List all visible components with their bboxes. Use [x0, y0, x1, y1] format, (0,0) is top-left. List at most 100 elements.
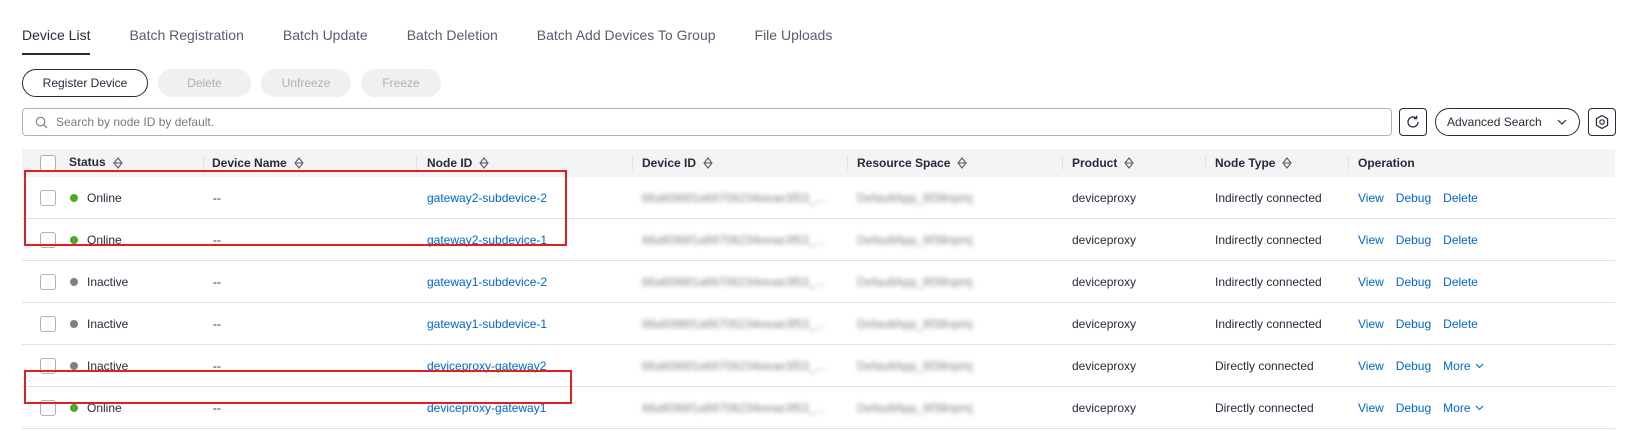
debug-link[interactable]: Debug: [1396, 233, 1431, 247]
view-link[interactable]: View: [1358, 317, 1384, 331]
table-row[interactable]: Inactive -- gateway1-subdevice-1 66a6086…: [22, 303, 1615, 345]
sort-icon[interactable]: [956, 157, 968, 169]
table-row[interactable]: Inactive -- gateway1-subdevice-2 66a6086…: [22, 261, 1615, 303]
debug-link[interactable]: Debug: [1396, 191, 1431, 205]
device-name-cell: --: [213, 275, 221, 289]
column-header-product[interactable]: Product: [1072, 149, 1135, 177]
node-id-link[interactable]: gateway2-subdevice-2: [427, 177, 547, 219]
device-id-cell: 66a6086f1a66706234eeae3f53_...: [642, 359, 826, 373]
debug-link[interactable]: Debug: [1396, 401, 1431, 415]
row-checkbox[interactable]: [40, 232, 56, 248]
operation-cell: View Debug Delete: [1358, 219, 1478, 261]
column-label-operation: Operation: [1358, 156, 1415, 170]
column-header-device-id[interactable]: Device ID: [642, 149, 714, 177]
column-label-node-type: Node Type: [1215, 156, 1276, 170]
status-cell: Inactive: [70, 261, 128, 303]
node-id-link[interactable]: gateway1-subdevice-1: [427, 303, 547, 345]
table-row[interactable]: Online -- gateway2-subdevice-1 66a6086f1…: [22, 219, 1615, 261]
column-header-resource-space[interactable]: Resource Space: [857, 149, 968, 177]
sort-icon[interactable]: [1123, 157, 1135, 169]
device-name-cell: --: [213, 359, 221, 373]
sort-icon[interactable]: [293, 157, 305, 169]
column-header-status[interactable]: Status: [69, 149, 124, 177]
sort-icon[interactable]: [478, 157, 490, 169]
more-label: More: [1443, 359, 1471, 373]
view-link[interactable]: View: [1358, 401, 1384, 415]
node-id-link[interactable]: gateway1-subdevice-2: [427, 261, 547, 303]
row-checkbox[interactable]: [40, 316, 56, 332]
status-text: Online: [87, 191, 122, 205]
table-settings-button[interactable]: [1588, 108, 1616, 136]
more-dropdown[interactable]: More: [1443, 359, 1483, 373]
delete-link[interactable]: Delete: [1443, 191, 1478, 205]
sort-icon[interactable]: [702, 157, 714, 169]
operation-cell: View Debug Delete: [1358, 261, 1478, 303]
row-checkbox[interactable]: [40, 190, 56, 206]
row-checkbox[interactable]: [40, 400, 56, 416]
node-type-cell: Directly connected: [1215, 401, 1314, 415]
more-dropdown[interactable]: More: [1443, 401, 1483, 415]
row-select-cell: [40, 345, 56, 387]
debug-link[interactable]: Debug: [1396, 359, 1431, 373]
delete-button[interactable]: Delete: [158, 69, 251, 97]
column-header-node-id[interactable]: Node ID: [427, 149, 490, 177]
column-label-product: Product: [1072, 156, 1118, 170]
table-row[interactable]: Online -- deviceproxy-gateway1 66a6086f1…: [22, 387, 1615, 429]
advanced-search-dropdown[interactable]: Advanced Search: [1435, 108, 1580, 136]
search-input[interactable]: [56, 115, 1356, 129]
resource-space-cell: DefaultApp_6f38npmj: [857, 401, 973, 415]
status-dot-icon: [70, 320, 78, 328]
node-id-link[interactable]: deviceproxy-gateway1: [427, 387, 546, 429]
column-header-node-type[interactable]: Node Type: [1215, 149, 1293, 177]
unfreeze-button[interactable]: Unfreeze: [261, 69, 351, 97]
select-all-checkbox[interactable]: [40, 155, 56, 171]
device-id-cell: 66a6086f1a66706234eeae3f53_...: [642, 317, 826, 331]
table-body: Online -- gateway2-subdevice-2 66a6086f1…: [22, 177, 1615, 429]
tab-device-list[interactable]: Device List: [22, 0, 91, 56]
search-box: [22, 108, 1392, 136]
more-label: More: [1443, 401, 1471, 415]
tab-batch-registration[interactable]: Batch Registration: [129, 0, 243, 56]
sort-icon[interactable]: [112, 157, 124, 169]
table-row[interactable]: Inactive -- deviceproxy-gateway2 66a6086…: [22, 345, 1615, 387]
view-link[interactable]: View: [1358, 191, 1384, 205]
node-id-link[interactable]: deviceproxy-gateway2: [427, 345, 546, 387]
view-link[interactable]: View: [1358, 275, 1384, 289]
column-header-device-name[interactable]: Device Name: [212, 149, 305, 177]
debug-link[interactable]: Debug: [1396, 275, 1431, 289]
status-cell: Online: [70, 387, 122, 429]
status-dot-icon: [70, 236, 78, 244]
freeze-button[interactable]: Freeze: [361, 69, 441, 97]
register-device-button[interactable]: Register Device: [22, 69, 148, 97]
row-checkbox[interactable]: [40, 274, 56, 290]
delete-label: Delete: [1443, 191, 1478, 205]
table-row[interactable]: Online -- gateway2-subdevice-2 66a6086f1…: [22, 177, 1615, 219]
tab-batch-deletion[interactable]: Batch Deletion: [407, 0, 498, 56]
operation-cell: View Debug More: [1358, 387, 1484, 429]
status-dot-icon: [70, 362, 78, 370]
refresh-button[interactable]: [1399, 108, 1427, 136]
status-cell: Online: [70, 219, 122, 261]
delete-link[interactable]: Delete: [1443, 233, 1478, 247]
search-icon: [35, 116, 48, 128]
status-dot-icon: [70, 278, 78, 286]
row-checkbox[interactable]: [40, 358, 56, 374]
row-select-cell: [40, 303, 56, 345]
tab-file-uploads[interactable]: File Uploads: [755, 0, 833, 56]
status-cell: Inactive: [70, 303, 128, 345]
view-link[interactable]: View: [1358, 359, 1384, 373]
column-label-resource-space: Resource Space: [857, 156, 951, 170]
sort-icon[interactable]: [1281, 157, 1293, 169]
node-type-cell: Directly connected: [1215, 359, 1314, 373]
tab-batch-add-devices-to-group[interactable]: Batch Add Devices To Group: [537, 0, 716, 56]
node-id-link[interactable]: gateway2-subdevice-1: [427, 219, 547, 261]
delete-link[interactable]: Delete: [1443, 317, 1478, 331]
row-select-cell: [40, 387, 56, 429]
tab-batch-update[interactable]: Batch Update: [283, 0, 368, 56]
chevron-down-icon: [1475, 405, 1483, 411]
delete-link[interactable]: Delete: [1443, 275, 1478, 289]
product-cell: deviceproxy: [1072, 359, 1137, 373]
device-id-cell: 66a6086f1a66706234eeae3f53_...: [642, 275, 826, 289]
view-link[interactable]: View: [1358, 233, 1384, 247]
debug-link[interactable]: Debug: [1396, 317, 1431, 331]
